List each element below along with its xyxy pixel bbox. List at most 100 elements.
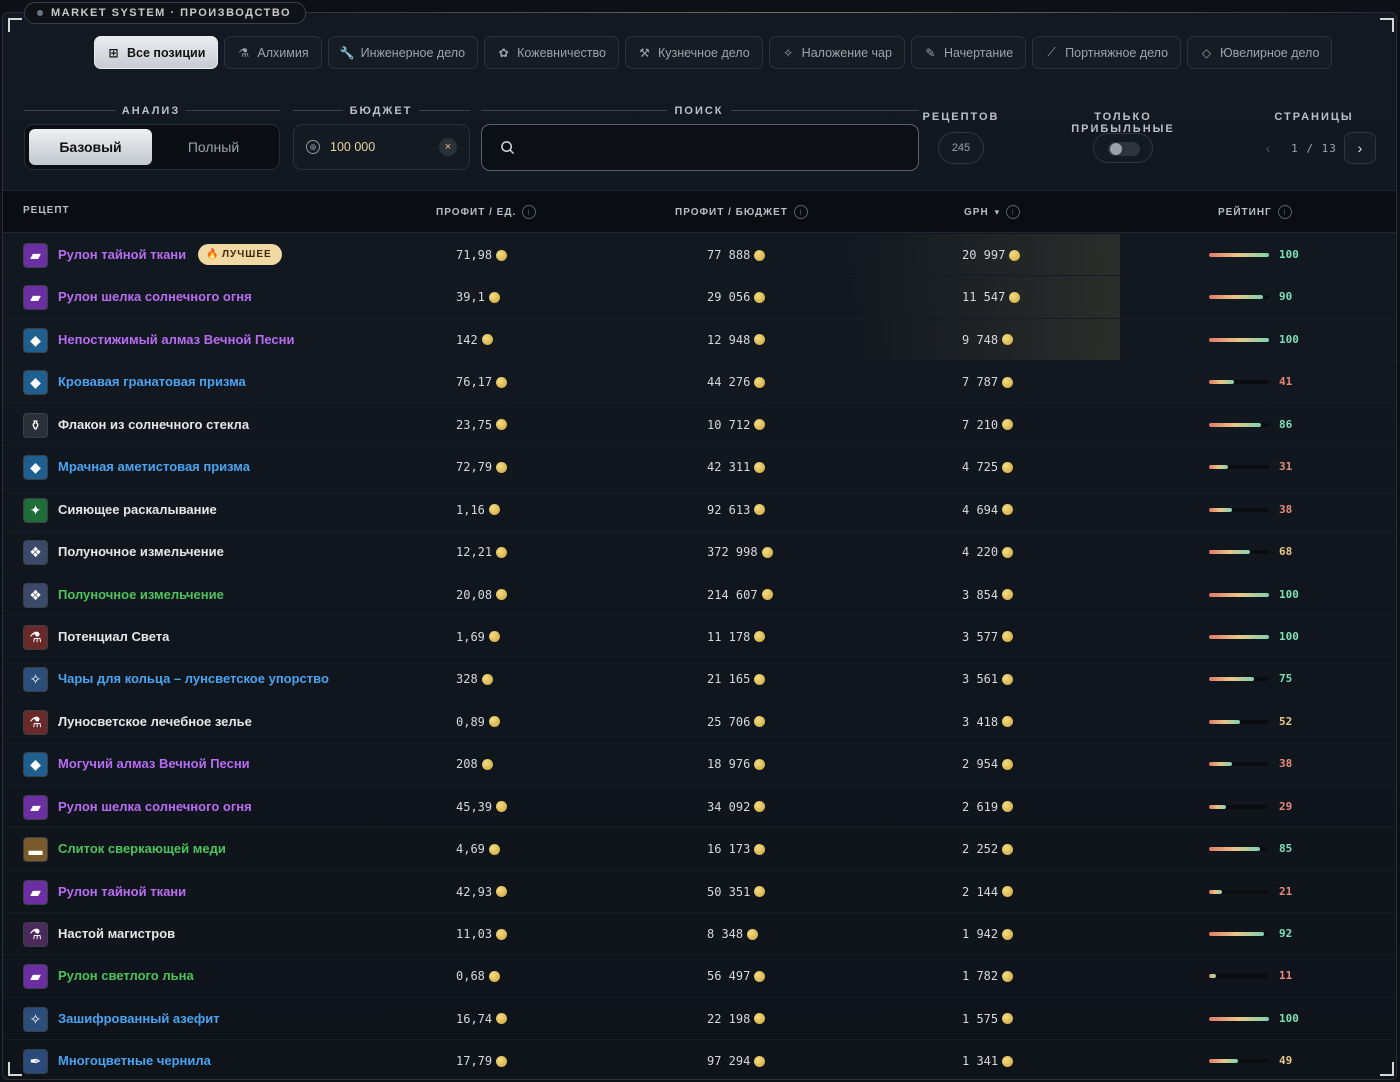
vial-icon: ⚱ [23, 412, 48, 438]
recipe-name[interactable]: Могучий алмаз Вечной Песни [58, 756, 250, 771]
search-input[interactable] [525, 140, 900, 155]
page-total: 13 [1321, 141, 1337, 155]
tab-paw[interactable]: ✿ Кожевничество [484, 36, 619, 69]
col-gph[interactable]: GPH ▾ i [964, 205, 1021, 219]
recipe-name[interactable]: Слиток сверкающей меди [58, 841, 226, 856]
search-field[interactable] [481, 124, 919, 171]
page-separator: / [1306, 141, 1314, 155]
table-row[interactable]: ✒ Многоцветные чернила 17,79 97 294 1 34… [3, 1040, 1396, 1082]
rating-score: 68 [1279, 545, 1293, 559]
analysis-label: АНАЛИЗ [121, 105, 181, 117]
recipe-name[interactable]: Сияющее раскалывание [58, 502, 217, 517]
table-row[interactable]: ◆ Могучий алмаз Вечной Песни 208 18 976 … [3, 743, 1396, 786]
table-row[interactable]: ◆ Кровавая гранатовая призма 76,17 44 27… [3, 361, 1396, 404]
table-row[interactable]: ▰ Рулон шелка солнечного огня 45,39 34 0… [3, 786, 1396, 829]
table-row[interactable]: ▬ Слиток сверкающей меди 4,69 16 173 2 2… [3, 828, 1396, 871]
info-icon[interactable]: i [1006, 205, 1021, 219]
tab-grid[interactable]: ⊞ Все позиции [94, 36, 219, 69]
info-icon[interactable]: i [793, 205, 808, 219]
table-row[interactable]: ⚗ Потенциал Света 1,69 11 178 3 577 100 [3, 616, 1396, 659]
recipe-name[interactable]: Рулон тайной ткани [58, 247, 186, 262]
budget-value[interactable]: 100 000 [330, 140, 439, 154]
ingot-icon: ▬ [23, 837, 48, 863]
tab-needle[interactable]: ⟋ Портняжное дело [1032, 36, 1182, 69]
recipe-name[interactable]: Рулон шелка солнечного огня [58, 799, 252, 814]
profit-budget-value: 22 198 [707, 1011, 751, 1026]
rating-score: 100 [1279, 1011, 1299, 1025]
info-icon[interactable]: i [522, 205, 537, 219]
rating-bar [1209, 889, 1269, 894]
analysis-full-option[interactable]: Полный [152, 129, 275, 165]
gem-icon: ◇ [1201, 45, 1212, 60]
budget-field[interactable]: ⊕ 100 000 × [293, 124, 470, 170]
gold-coin-icon [1002, 843, 1014, 855]
tab-hammer[interactable]: ⚒ Кузнечное дело [624, 36, 763, 69]
profit-budget-value: 18 976 [707, 757, 751, 772]
table-row[interactable]: ✧ Чары для кольца – лунсветское упорство… [3, 658, 1396, 701]
profit-unit-cell: 142 [456, 333, 493, 347]
tab-pen[interactable]: ✎ Начертание [910, 36, 1027, 69]
rating-bar [1209, 550, 1269, 555]
col-recipe[interactable]: РЕЦЕПТ [23, 205, 70, 216]
recipe-name[interactable]: Полуночное измельчение [58, 587, 224, 602]
recipe-name[interactable]: Мрачная аметистовая призма [58, 459, 250, 474]
col-profit-unit[interactable]: ПРОФИТ / ЕД. i [436, 205, 537, 219]
recipe-name[interactable]: Непостижимый алмаз Вечной Песни [58, 332, 294, 347]
rating-bar-fill [1209, 253, 1269, 257]
clear-icon[interactable]: × [439, 138, 457, 156]
recipe-name[interactable]: Полуночное измельчение [58, 544, 224, 559]
tab-wrench[interactable]: 🔧 Инженерное дело [327, 36, 479, 69]
table-row[interactable]: ⚱ Флакон из солнечного стекла 23,75 10 7… [3, 404, 1396, 447]
profit-budget-cell: 16 173 [707, 842, 766, 856]
table-row[interactable]: ✦ Сияющее раскалывание 1,16 92 613 4 694… [3, 489, 1396, 532]
gph-value: 1 341 [962, 1054, 999, 1069]
recipe-name[interactable]: Чары для кольца – лунсветское упорство [58, 671, 329, 686]
recipe-name[interactable]: Рулон тайной ткани [58, 884, 186, 899]
recipe-name[interactable]: Флакон из солнечного стекла [58, 417, 249, 432]
table-row[interactable]: ◆ Непостижимый алмаз Вечной Песни 142 12… [3, 318, 1396, 362]
table-row[interactable]: ▰ Рулон тайной ткани ЛУЧШЕЕ 71,98 77 888… [3, 234, 1396, 277]
tab-gem[interactable]: ◇ Ювелирное дело [1187, 36, 1333, 69]
table-row[interactable]: ✧ Зашифрованный азефит 16,74 22 198 1 57… [3, 998, 1396, 1041]
recipe-name[interactable]: Рулон шелка солнечного огня [58, 289, 252, 304]
table-row[interactable]: ⚗ Настой магистров 11,03 8 348 1 942 92 [3, 913, 1396, 956]
gem-icon: ◆ [23, 327, 48, 353]
prev-page-button[interactable]: ‹ [1252, 132, 1284, 164]
rating-score: 75 [1279, 672, 1293, 686]
table-row[interactable]: ❖ Полуночное измельчение 20,08 214 607 3… [3, 574, 1396, 616]
next-page-button[interactable]: › [1344, 132, 1376, 164]
toggle-knob [1110, 143, 1122, 155]
col-rating[interactable]: РЕЙТИНГ i [1218, 205, 1292, 219]
recipe-name[interactable]: Потенциал Света [58, 629, 169, 644]
profit-unit-cell: 72,79 [456, 460, 508, 474]
table-row[interactable]: ⚗ Луносветское лечебное зелье 0,89 25 70… [3, 701, 1396, 744]
needle-icon: ⟋ [1047, 45, 1056, 59]
analysis-basic-option[interactable]: Базовый [29, 129, 152, 165]
info-icon[interactable]: i [1277, 205, 1292, 219]
table-row[interactable]: ▰ Рулон шелка солнечного огня 39,1 29 05… [3, 276, 1396, 319]
rating-bar [1209, 719, 1269, 724]
profit-unit-cell: 16,74 [456, 1012, 508, 1026]
gold-coin-icon [488, 843, 500, 855]
table-row[interactable]: ❖ Полуночное измельчение 12,21 372 998 4… [3, 531, 1396, 574]
pages-label: СТРАНИЦЫ [1274, 111, 1354, 123]
recipe-name[interactable]: Зашифрованный азефит [58, 1011, 220, 1026]
tab-label: Наложение чар [801, 45, 892, 60]
rating-bar-fill [1209, 337, 1269, 342]
recipe-name[interactable]: Луносветское лечебное зелье [58, 714, 252, 729]
recipe-name[interactable]: Кровавая гранатовая призма [58, 374, 246, 389]
cloth-icon: ▰ [23, 794, 48, 820]
col-profit-budget[interactable]: ПРОФИТ / БЮДЖЕТ i [675, 205, 808, 219]
recipe-name[interactable]: Настой магистров [58, 926, 175, 941]
table-row[interactable]: ▰ Рулон светлого льна 0,68 56 497 1 782 … [3, 955, 1396, 998]
tab-flask[interactable]: ⚗ Алхимия [224, 36, 322, 69]
table-row[interactable]: ◆ Мрачная аметистовая призма 72,79 42 31… [3, 446, 1396, 489]
table-row[interactable]: ▰ Рулон тайной ткани 42,93 50 351 2 144 … [3, 871, 1396, 913]
gold-coin-icon [754, 843, 766, 855]
gold-coin-icon [761, 546, 773, 558]
tab-sparkle[interactable]: ✧ Наложение чар [768, 36, 905, 69]
profit-budget-value: 42 311 [707, 460, 751, 475]
recipe-name[interactable]: Многоцветные чернила [58, 1053, 211, 1068]
recipe-name[interactable]: Рулон светлого льна [58, 968, 194, 983]
profitable-only-toggle[interactable] [1093, 133, 1153, 163]
